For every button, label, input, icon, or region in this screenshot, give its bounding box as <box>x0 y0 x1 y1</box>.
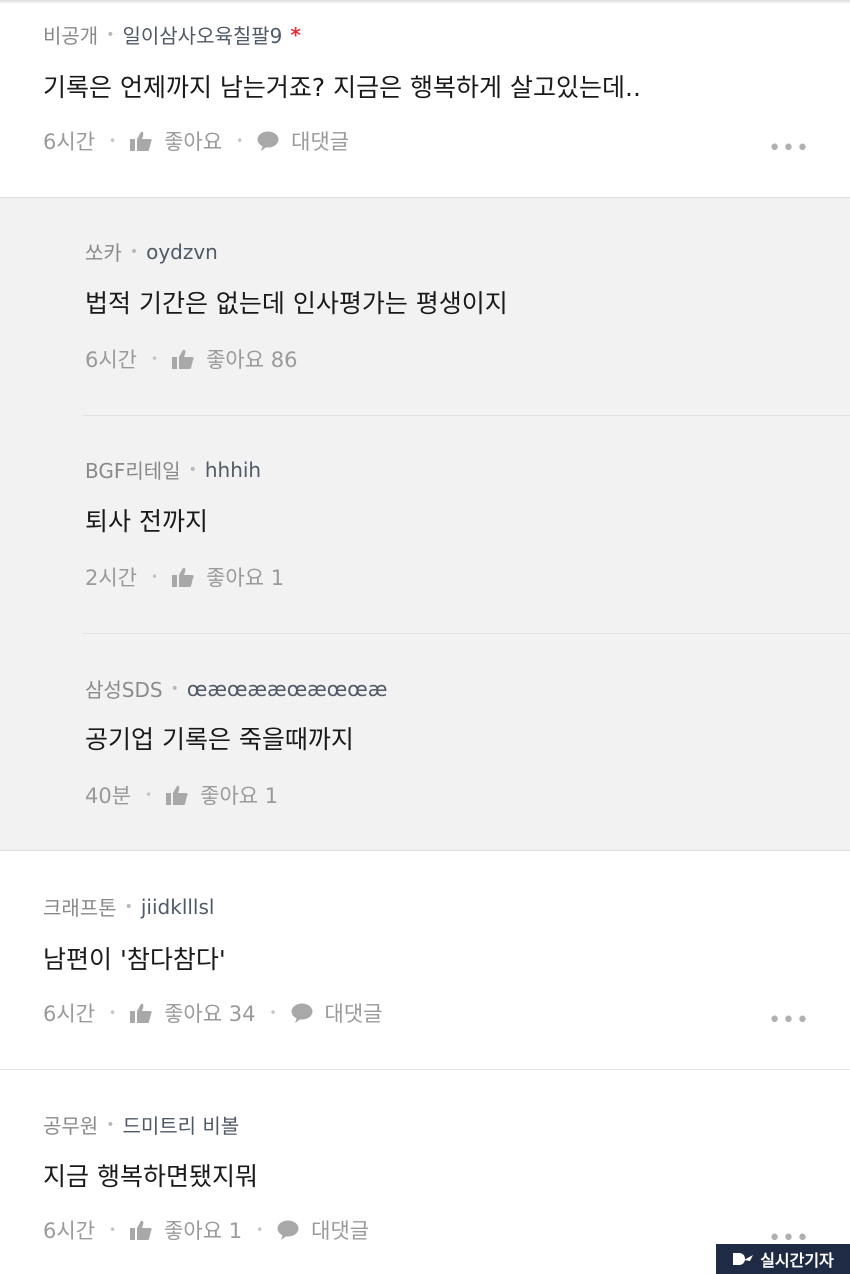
action-separator: • <box>145 788 153 802</box>
comment-actions: 6시간 • 좋아요 1 • 대댓글 <box>43 1215 369 1245</box>
thumbs-up-icon <box>172 349 194 369</box>
reply-time: 2시간 <box>85 566 138 590</box>
reply-button[interactable]: 대댓글 <box>277 1215 369 1245</box>
thumbs-up-icon <box>172 567 194 587</box>
comment-text: 기록은 언제까지 남는거죠? 지금은 행복하게 살고있는데.. <box>43 73 641 102</box>
speech-bubble-icon <box>257 131 279 151</box>
meta-separator: • <box>170 680 179 697</box>
company-name[interactable]: 공무원 <box>43 1110 98 1139</box>
reply-button[interactable]: 대댓글 <box>291 998 383 1028</box>
reply-label: 대댓글 <box>324 1002 383 1026</box>
company-name[interactable]: 비공개 <box>43 20 98 49</box>
reply-divider <box>83 633 850 634</box>
reply-text: 공기업 기록은 죽을때까지 <box>85 725 354 754</box>
thumbs-up-icon <box>130 1003 152 1023</box>
nickname[interactable]: 드미트리 비볼 <box>122 1110 239 1139</box>
reply-actions: 2시간 • 좋아요 1 <box>85 562 284 592</box>
nickname[interactable]: hhhih <box>205 458 261 482</box>
company-name[interactable]: 크래프톤 <box>43 892 117 921</box>
thumbs-up-icon <box>130 131 152 151</box>
comment-actions: 6시간 • 좋아요 • 대댓글 <box>43 126 349 156</box>
thumbs-up-icon <box>130 1220 152 1240</box>
reply-label: 대댓글 <box>291 130 350 154</box>
reply-time: 6시간 <box>85 348 138 372</box>
nickname[interactable]: oydzvn <box>146 240 218 264</box>
company-name[interactable]: 삼성SDS <box>85 674 163 703</box>
meta-separator: • <box>129 243 139 260</box>
like-button[interactable]: 좋아요 34 <box>130 998 255 1028</box>
like-button[interactable]: 좋아요 1 <box>166 780 278 810</box>
meta-separator: • <box>106 26 115 43</box>
reply-actions: 6시간 • 좋아요 86 <box>85 344 297 374</box>
reply-divider <box>83 415 850 416</box>
more-dots-icon[interactable]: ••• <box>768 136 810 161</box>
comment-time: 6시간 <box>43 1002 96 1026</box>
meta-separator: • <box>188 461 197 478</box>
action-separator: • <box>151 352 159 366</box>
like-label: 좋아요 86 <box>206 348 298 372</box>
watermark-text: 실시간기자 <box>760 1251 834 1270</box>
comment-time: 6시간 <box>43 1219 96 1243</box>
watermark-logo: 실시간기자 <box>716 1244 850 1274</box>
comment-time: 6시간 <box>43 130 96 154</box>
author-marker: * <box>290 22 301 47</box>
comment-text: 남편이 '참다참다' <box>43 945 226 974</box>
comment-actions: 6시간 • 좋아요 34 • 대댓글 <box>43 998 383 1028</box>
speech-bubble-icon <box>277 1220 299 1240</box>
comment-meta: 크래프톤 • jiidklllsl <box>43 892 214 921</box>
more-dots-icon[interactable]: ••• <box>768 1008 810 1033</box>
top-shadow <box>0 0 850 4</box>
like-button[interactable]: 좋아요 1 <box>172 562 284 592</box>
comment-meta: 공무원 • 드미트리 비볼 <box>43 1110 239 1139</box>
nickname[interactable]: jiidklllsl <box>141 895 215 919</box>
action-separator: • <box>151 570 159 584</box>
comment-meta: 비공개 • 일이삼사오육칠팔9 * <box>43 20 301 49</box>
like-button[interactable]: 좋아요 1 <box>130 1215 242 1245</box>
reply-actions: 40분 • 좋아요 1 <box>85 780 278 810</box>
like-label: 좋아요 <box>164 130 223 154</box>
company-name[interactable]: 쏘카 <box>85 237 122 266</box>
speech-bubble-icon <box>291 1003 313 1023</box>
action-separator: • <box>269 1006 277 1020</box>
reply-section: 쏘카 • oydzvn 법적 기간은 없는데 인사평가는 평생이지 6시간 • … <box>0 197 850 851</box>
like-button[interactable]: 좋아요 86 <box>172 344 297 374</box>
action-separator: • <box>109 1006 117 1020</box>
nickname[interactable]: œæœææœæœœæ <box>187 677 388 701</box>
meta-separator: • <box>106 1116 115 1133</box>
comment-page: 비공개 • 일이삼사오육칠팔9 * 기록은 언제까지 남는거죠? 지금은 행복하… <box>0 0 850 1274</box>
reply-meta: 삼성SDS • œæœææœæœœæ <box>85 674 387 703</box>
reply-button[interactable]: 대댓글 <box>257 126 349 156</box>
reply-text: 퇴사 전까지 <box>85 507 208 536</box>
reply-meta: BGF리테일 • hhhih <box>85 455 261 484</box>
thumbs-up-icon <box>166 785 188 805</box>
reply-label: 대댓글 <box>311 1219 370 1243</box>
action-separator: • <box>256 1223 264 1237</box>
reply-meta: 쏘카 • oydzvn <box>85 237 218 266</box>
comment-text: 지금 행복하면됐지뭐 <box>43 1162 258 1191</box>
action-separator: • <box>236 134 244 148</box>
nickname[interactable]: 일이삼사오육칠팔9 <box>122 20 282 49</box>
like-label: 좋아요 34 <box>164 1002 256 1026</box>
reply-time: 40분 <box>85 784 132 808</box>
reply-text: 법적 기간은 없는데 인사평가는 평생이지 <box>85 289 508 318</box>
like-label: 좋아요 1 <box>164 1219 243 1243</box>
action-separator: • <box>109 1223 117 1237</box>
like-label: 좋아요 1 <box>206 566 285 590</box>
logo-mark-icon <box>733 1253 754 1265</box>
action-separator: • <box>109 134 117 148</box>
meta-separator: • <box>124 898 133 915</box>
comment-divider <box>0 1069 850 1070</box>
like-label: 좋아요 1 <box>200 784 279 808</box>
company-name[interactable]: BGF리테일 <box>85 455 181 484</box>
like-button[interactable]: 좋아요 <box>130 126 222 156</box>
